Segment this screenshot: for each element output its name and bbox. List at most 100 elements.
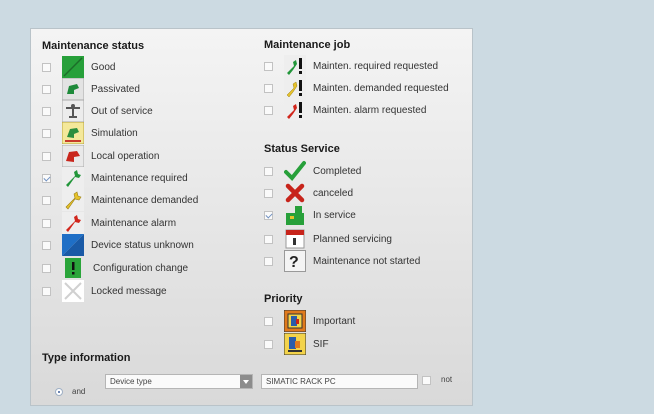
service-item-completed[interactable]: Completed [264,160,361,182]
maintenance-alarm-icon [62,212,84,234]
status-label: Maintenance required [91,172,188,184]
job-item-alarm[interactable]: Mainten. alarm requested [264,99,426,121]
status-item-device-status-unknown[interactable]: Device status unknown [42,234,194,256]
configuration-change-icon [62,257,84,279]
service-checkbox[interactable] [264,234,273,244]
important-icon [284,310,306,332]
status-item-configuration-change[interactable]: Configuration change [42,257,188,279]
status-item-good[interactable]: Good [42,56,115,78]
service-checkbox[interactable] [264,166,273,176]
status-label: Simulation [91,127,138,139]
service-label: In service [313,209,356,221]
status-item-maintenance-demanded[interactable]: Maintenance demanded [42,189,198,211]
status-item-locked-message[interactable]: Locked message [42,280,167,302]
status-checkbox[interactable] [42,263,51,273]
in-service-icon [284,204,306,226]
status-checkbox[interactable] [42,240,51,250]
job-checkbox[interactable] [264,61,273,71]
good-icon [62,56,84,78]
wrench-green-request-icon [284,55,306,77]
maintenance-demanded-icon [62,189,84,211]
service-label: Completed [313,165,362,177]
out-of-service-icon [62,100,84,122]
job-label: Mainten. alarm requested [313,104,427,116]
status-checkbox[interactable] [42,84,51,94]
type-information-heading: Type information [42,352,131,364]
status-label: Maintenance demanded [91,194,199,206]
status-label: Out of service [91,105,153,117]
not-checkbox[interactable] [422,376,431,385]
status-item-out-of-service[interactable]: Out of service [42,100,153,122]
job-item-demanded[interactable]: Mainten. demanded requested [264,77,449,99]
status-label: Good [91,61,116,73]
status-checkbox[interactable] [42,173,51,183]
passivated-icon [62,78,84,100]
wrench-red-request-icon [284,99,306,121]
type-value-text: SIMATIC RACK PC [266,377,336,386]
status-checkbox[interactable] [42,151,51,161]
status-checkbox[interactable] [42,128,51,138]
service-label: canceled [313,187,354,199]
filter-panel: Maintenance status Good Passivated Out o… [30,28,473,406]
service-checkbox[interactable] [264,210,273,220]
cross-icon [284,182,306,204]
service-checkbox[interactable] [264,188,273,198]
status-item-local-operation[interactable]: Local operation [42,145,159,167]
not-label: not [441,375,453,384]
priority-label: SIF [313,338,329,350]
service-item-planned-servicing[interactable]: Planned servicing [264,228,392,250]
status-checkbox[interactable] [42,62,51,72]
device-status-unknown-icon [62,234,84,256]
and-radio-button[interactable] [55,388,63,396]
status-checkbox[interactable] [42,195,51,205]
priority-heading: Priority [264,293,303,305]
priority-checkbox[interactable] [264,339,273,349]
job-label: Mainten. demanded requested [313,82,449,94]
question-icon: ? [284,250,306,272]
maintenance-status-heading: Maintenance status [42,40,145,52]
wrench-yellow-request-icon [284,77,306,99]
checkmark-icon [284,160,306,182]
simulation-icon [62,122,84,144]
chevron-down-icon[interactable] [240,375,252,388]
type-value-input[interactable]: SIMATIC RACK PC [261,374,418,389]
priority-label: Important [313,315,356,327]
service-item-in-service[interactable]: In service [264,204,356,226]
status-service-heading: Status Service [264,143,340,155]
status-checkbox[interactable] [42,286,51,296]
status-checkbox[interactable] [42,218,51,228]
service-label: Planned servicing [313,233,392,245]
status-item-maintenance-alarm[interactable]: Maintenance alarm [42,212,176,234]
status-item-simulation[interactable]: Simulation [42,122,138,144]
local-operation-icon [62,145,84,167]
maintenance-required-icon [62,167,84,189]
status-label: Configuration change [93,262,189,274]
job-item-required[interactable]: Mainten. required requested [264,55,438,77]
locked-message-icon [62,280,84,302]
status-label: Passivated [91,83,140,95]
priority-item-sif[interactable]: SIF [264,333,329,355]
service-item-canceled[interactable]: canceled [264,182,353,204]
maintenance-job-heading: Maintenance job [264,39,351,51]
job-checkbox[interactable] [264,105,273,115]
calendar-icon [284,228,306,250]
status-label: Locked message [91,285,167,297]
svg-text:?: ? [289,254,299,269]
status-label: Maintenance alarm [91,217,177,229]
status-label: Device status unknown [91,239,194,251]
status-item-passivated[interactable]: Passivated [42,78,140,100]
priority-item-important[interactable]: Important [264,310,355,332]
job-label: Mainten. required requested [313,60,439,72]
priority-checkbox[interactable] [264,316,273,326]
type-dropdown[interactable]: Device type [105,374,253,389]
type-dropdown-value: Device type [110,377,152,386]
status-item-maintenance-required[interactable]: Maintenance required [42,167,188,189]
job-checkbox[interactable] [264,83,273,93]
and-label: and [72,387,86,396]
status-label: Local operation [91,150,160,162]
sif-icon [284,333,306,355]
service-item-maintenance-not-started[interactable]: ? Maintenance not started [264,250,420,272]
service-label: Maintenance not started [313,255,421,267]
status-checkbox[interactable] [42,106,51,116]
service-checkbox[interactable] [264,256,273,266]
